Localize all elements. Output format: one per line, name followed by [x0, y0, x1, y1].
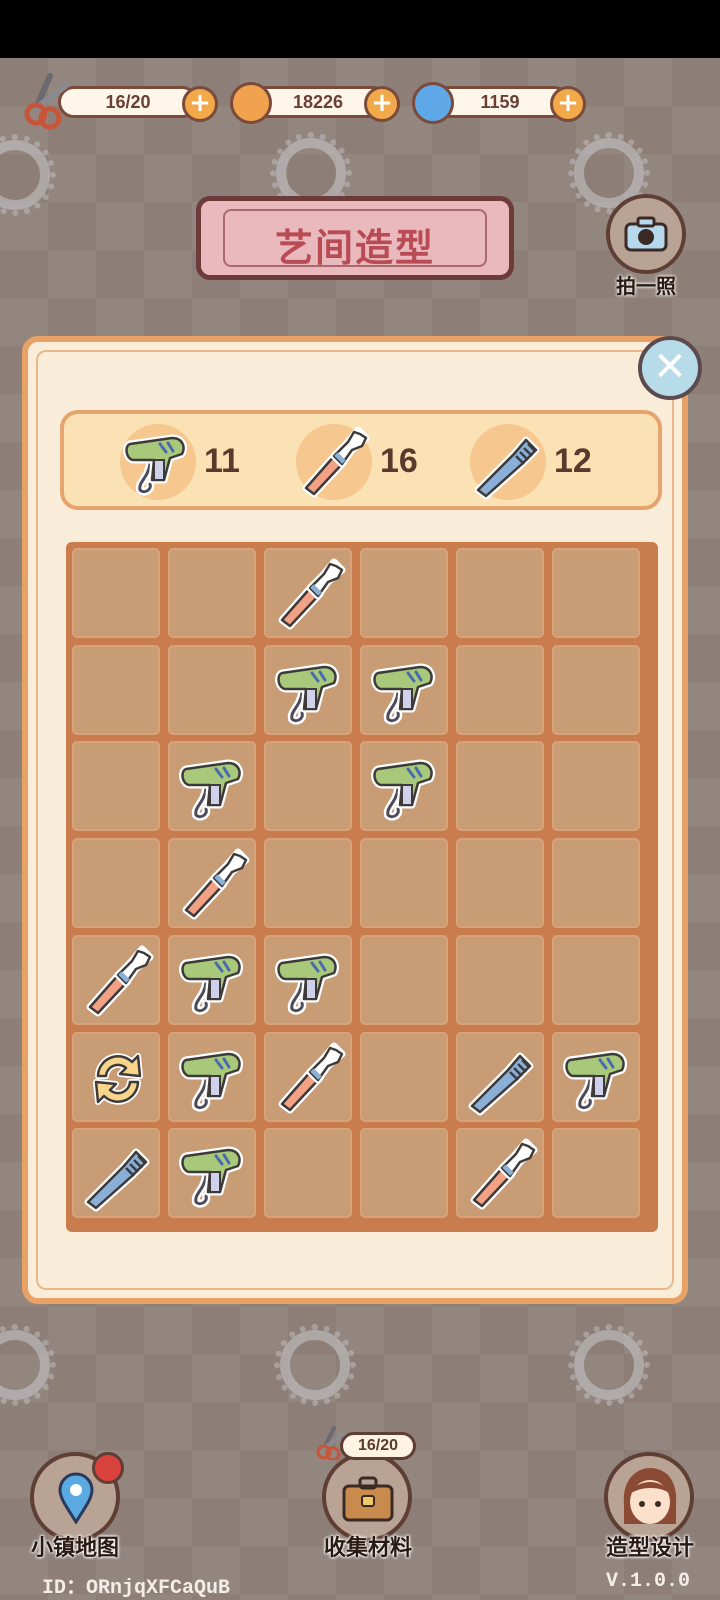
- board-cell[interactable]: [456, 1031, 544, 1122]
- board-cell[interactable]: [552, 644, 640, 735]
- board-cell[interactable]: [72, 548, 160, 638]
- hair-dryer-icon[interactable]: [176, 1136, 252, 1212]
- makeup-brush-icon[interactable]: [272, 1040, 348, 1116]
- version-label: V.1.0.0: [606, 1570, 691, 1593]
- design-button[interactable]: [604, 1452, 694, 1542]
- comb-icon[interactable]: [80, 1136, 156, 1212]
- title-banner: 艺间造型: [196, 196, 514, 280]
- makeup-brush-icon[interactable]: [464, 1136, 540, 1212]
- board-cell[interactable]: [456, 1128, 544, 1219]
- board-cell[interactable]: [168, 1128, 256, 1219]
- camera-button[interactable]: [606, 194, 686, 274]
- hair-dryer-icon[interactable]: [368, 749, 444, 825]
- close-button[interactable]: ✕: [638, 336, 702, 400]
- board-cell[interactable]: [264, 838, 352, 929]
- collect-label: 收集材料: [323, 1536, 412, 1561]
- camera-label: 拍一照: [616, 274, 676, 298]
- board-cell[interactable]: [264, 1128, 352, 1219]
- player-id: ID：ORnjqXFCaQuB: [42, 1577, 231, 1600]
- board-cell[interactable]: [264, 644, 352, 735]
- hair-dryer-icon[interactable]: [176, 943, 252, 1019]
- camera-icon: [624, 216, 668, 252]
- map-label: 小镇地图: [30, 1536, 119, 1561]
- refresh-icon[interactable]: [80, 1040, 156, 1116]
- board-cell[interactable]: [264, 934, 352, 1025]
- toolbox-icon: [342, 1476, 394, 1522]
- board-cell[interactable]: [72, 644, 160, 735]
- sun-decoration: [274, 1324, 356, 1406]
- board-cell[interactable]: [168, 1031, 256, 1122]
- status-bar: [0, 0, 720, 58]
- map-pin-icon: [58, 1472, 94, 1524]
- sun-decoration: [0, 1324, 56, 1406]
- sun-decoration: [568, 1324, 650, 1406]
- board-cell[interactable]: [552, 838, 640, 929]
- board-cell[interactable]: [72, 1128, 160, 1219]
- add-gems-button[interactable]: +: [550, 86, 586, 122]
- board-cell[interactable]: [168, 934, 256, 1025]
- scissors-icon: [24, 73, 71, 130]
- hair-dryer-icon[interactable]: [368, 653, 444, 729]
- add-coins-button[interactable]: +: [364, 86, 400, 122]
- coin-icon: [230, 82, 272, 124]
- board-cell[interactable]: [456, 934, 544, 1025]
- makeup-brush-icon: [296, 424, 372, 500]
- design-label: 造型设计: [605, 1536, 694, 1561]
- board-cell[interactable]: [456, 741, 544, 832]
- comb-icon: [470, 424, 546, 500]
- board-cell[interactable]: [360, 1128, 448, 1219]
- board-cell[interactable]: [360, 741, 448, 832]
- board-cell[interactable]: [168, 644, 256, 735]
- board-cell[interactable]: [264, 1031, 352, 1122]
- board-cell[interactable]: [72, 934, 160, 1025]
- board-cell[interactable]: [552, 1031, 640, 1122]
- board-cell[interactable]: [552, 548, 640, 638]
- board-cell[interactable]: [456, 838, 544, 929]
- hair-dryer-icon[interactable]: [176, 1040, 252, 1116]
- game-board: [66, 542, 658, 1232]
- add-scissors-button[interactable]: +: [182, 86, 218, 122]
- board-cell[interactable]: [360, 548, 448, 638]
- avatar-icon: [623, 1468, 677, 1524]
- goals-bar: 11 16 12: [60, 410, 662, 510]
- board-cell[interactable]: [72, 741, 160, 832]
- board-cell[interactable]: [168, 741, 256, 832]
- notification-badge: [92, 1452, 124, 1484]
- hair-dryer-icon[interactable]: [176, 749, 252, 825]
- comb-icon[interactable]: [464, 1040, 540, 1116]
- board-cell[interactable]: [264, 548, 352, 638]
- page-title: 艺间造型: [274, 226, 435, 270]
- scissors-count: 16/20: [58, 86, 198, 118]
- board-cell[interactable]: [360, 838, 448, 929]
- board-cell[interactable]: [552, 934, 640, 1025]
- board-cell[interactable]: [168, 548, 256, 638]
- collect-counter: 16/20: [340, 1432, 416, 1460]
- makeup-brush-icon[interactable]: [176, 846, 252, 922]
- makeup-brush-icon[interactable]: [272, 556, 348, 632]
- board-cell[interactable]: [72, 838, 160, 929]
- hair-dryer-icon[interactable]: [560, 1040, 636, 1116]
- board-cell[interactable]: [360, 934, 448, 1025]
- hair-dryer-icon: [120, 424, 196, 500]
- goal-count: 16: [380, 442, 418, 480]
- hair-dryer-icon[interactable]: [272, 653, 348, 729]
- board-cell[interactable]: [552, 1128, 640, 1219]
- goal-count: 11: [204, 442, 240, 480]
- swirl-gem-icon: [412, 82, 454, 124]
- board-cell[interactable]: [168, 838, 256, 929]
- scissors-icon: [316, 1426, 346, 1460]
- makeup-brush-icon[interactable]: [80, 943, 156, 1019]
- board-cell[interactable]: [456, 548, 544, 638]
- board-cell[interactable]: [552, 741, 640, 832]
- board-cell[interactable]: [360, 644, 448, 735]
- board-cell[interactable]: [264, 741, 352, 832]
- board-cell[interactable]: [456, 644, 544, 735]
- board-cell[interactable]: [360, 1031, 448, 1122]
- goal-count: 12: [554, 442, 592, 480]
- sun-decoration: [0, 134, 56, 216]
- hair-dryer-icon[interactable]: [272, 943, 348, 1019]
- board-cell[interactable]: [72, 1031, 160, 1122]
- collect-button[interactable]: [322, 1452, 412, 1542]
